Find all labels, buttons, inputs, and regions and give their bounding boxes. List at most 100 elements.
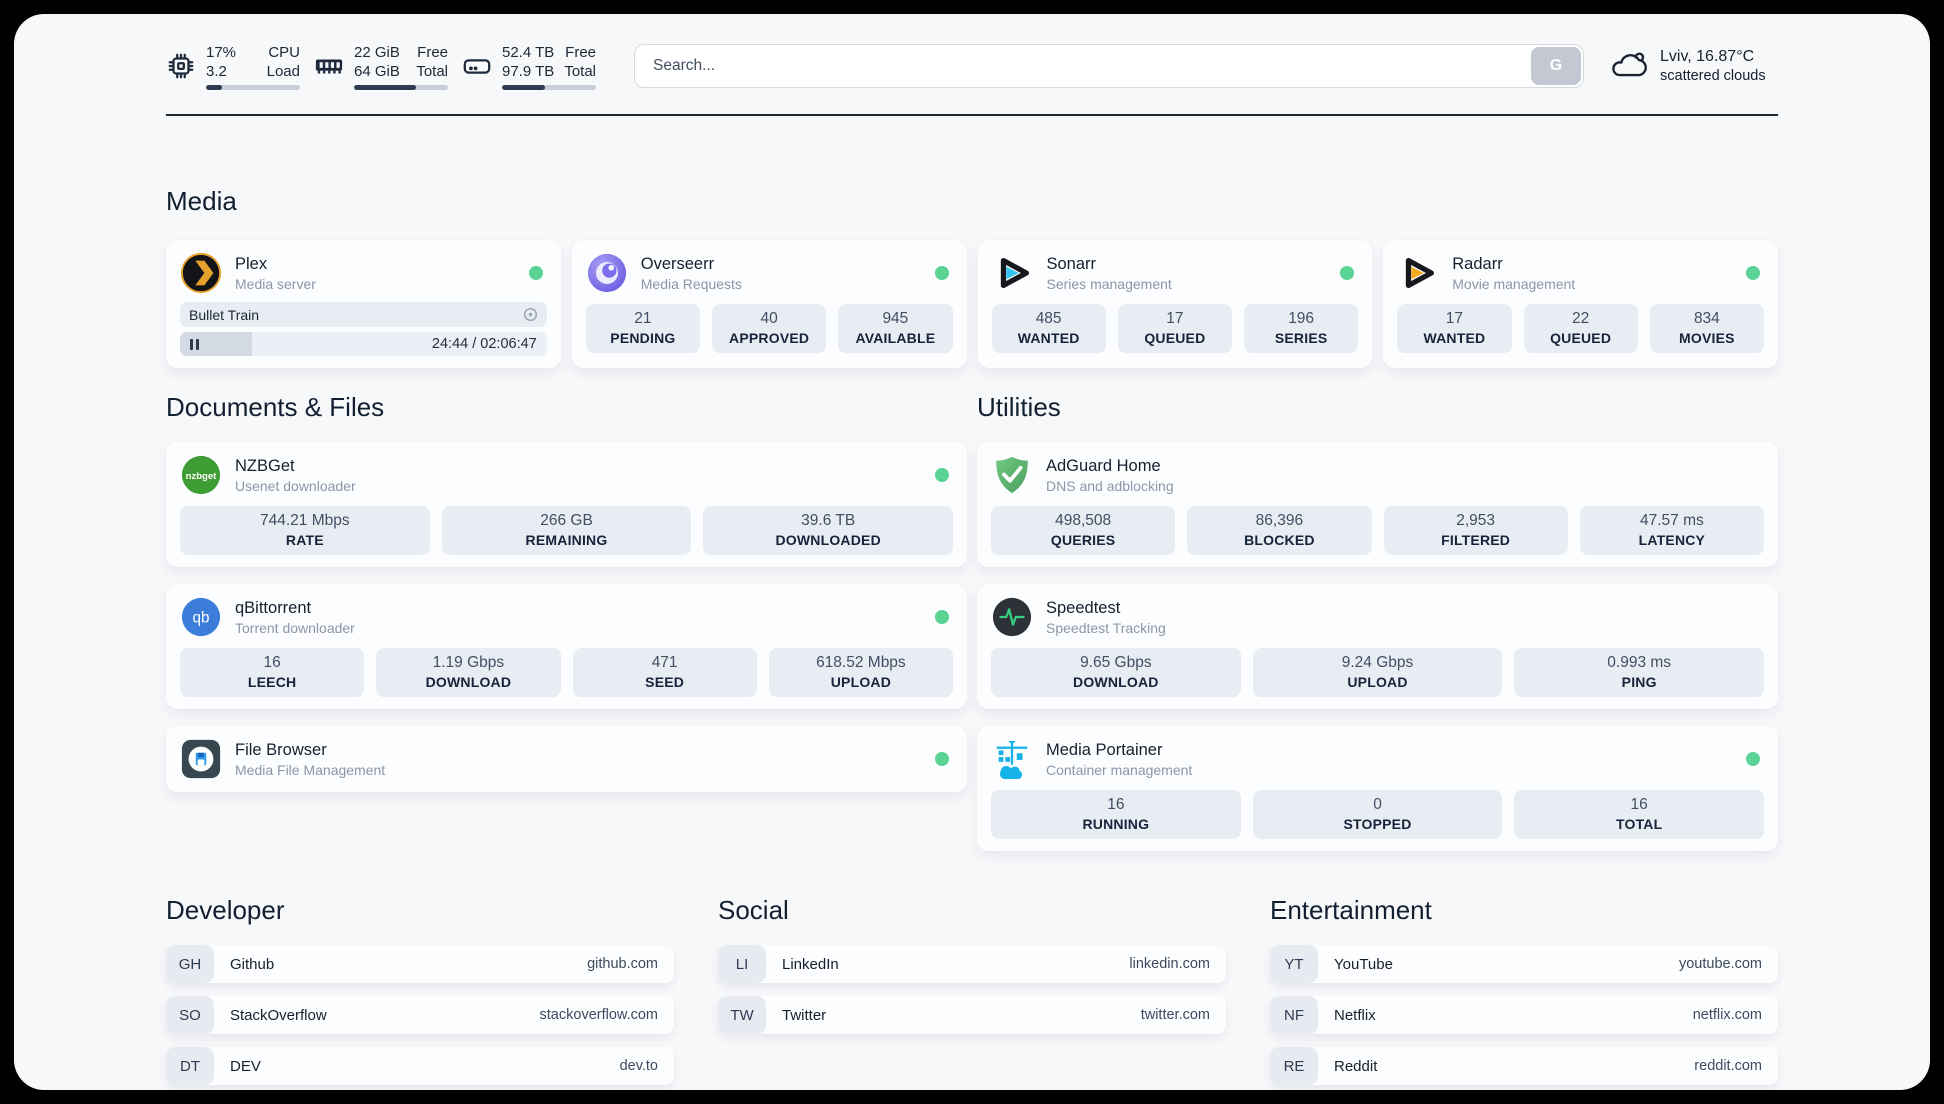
app-desc: Torrent downloader: [235, 619, 355, 636]
social-column: Social LI LinkedIn linkedin.com TW Twitt…: [718, 895, 1226, 1090]
ram-progress-track: [354, 84, 448, 90]
disk-icon: [463, 59, 491, 74]
disk-progress-track: [502, 84, 596, 90]
stat-queries: 498,508 QUERIES: [991, 506, 1176, 555]
weather-condition: scattered clouds: [1660, 68, 1766, 84]
svg-text:qb: qb: [193, 610, 210, 627]
app-title: Radarr: [1452, 254, 1503, 273]
app-title: Speedtest: [1046, 598, 1121, 617]
playback-progress-bar[interactable]: 24:44 / 02:06:47: [180, 332, 547, 356]
app-title: Plex: [235, 254, 268, 273]
stat-latency: 47.57 ms LATENCY: [1579, 506, 1764, 555]
cpu-label-2: Load: [266, 62, 300, 80]
app-title: Overseerr: [640, 254, 715, 273]
stat-wanted: 17 WANTED: [1397, 304, 1512, 353]
link-badge: LI: [718, 945, 766, 983]
ram-icon: [315, 59, 343, 74]
app-desc: Media Requests: [640, 275, 742, 292]
status-dot: [1340, 266, 1355, 280]
stat-available: 945 AVAILABLE: [838, 304, 953, 353]
app-card-sonarr[interactable]: Sonarr Series management 485 WANTED 17 QUE…: [977, 240, 1373, 368]
app-desc: Media server: [235, 275, 316, 292]
section-title-entertainment: Entertainment: [1270, 895, 1432, 925]
search-input[interactable]: [634, 44, 1584, 88]
link-stackoverflow[interactable]: SO StackOverflow stackoverflow.com: [166, 996, 674, 1034]
ram-label-1: Free: [417, 43, 448, 61]
link-name: YouTube: [1334, 955, 1393, 973]
media-grid: Plex Media server Bullet Train 24:44 / 0…: [166, 240, 1778, 368]
stat-filtered: 2,953 FILTERED: [1383, 506, 1568, 555]
app-title: Sonarr: [1046, 254, 1097, 273]
search-engine-button[interactable]: G: [1531, 47, 1581, 85]
ram-progress-fill: [354, 84, 417, 90]
app-card-overseerr[interactable]: Overseerr Media Requests 21 PENDING 40 APP…: [571, 240, 967, 368]
link-domain: netflix.com: [1692, 1007, 1762, 1023]
section-title-documents: Documents & Files: [166, 392, 385, 422]
ram-label-2: Total: [416, 62, 448, 80]
weather-widget: Lviv, 16.87°C scattered clouds: [1608, 46, 1778, 86]
app-title: File Browser: [235, 740, 327, 759]
disk-total-value: 97.9 TB: [502, 62, 555, 80]
cpu-monitor: 17% CPU 3.2 Load: [166, 43, 300, 90]
pause-button[interactable]: [190, 338, 201, 350]
link-dev[interactable]: DT DEV dev.to: [166, 1047, 674, 1085]
section-title-media: Media: [166, 186, 237, 216]
app-card-radarr[interactable]: Radarr Movie management 17 WANTED 22 QUEUE…: [1383, 240, 1778, 368]
link-domain: dev.to: [619, 1058, 658, 1074]
stat-total: 16 TOTAL: [1514, 790, 1765, 839]
app-card-nzbget[interactable]: nzbget NZBGet Usenet downloader 744.21 M…: [166, 442, 967, 567]
link-domain: twitter.com: [1140, 1007, 1210, 1023]
now-playing-title: Bullet Train: [180, 302, 547, 327]
entertainment-column: Entertainment YT YouTube youtube.com NF …: [1270, 895, 1778, 1090]
stat-rate: 744.21 Mbps RATE: [180, 506, 430, 555]
app-desc: Movie management: [1452, 275, 1576, 292]
link-domain: youtube.com: [1678, 956, 1762, 972]
top-bar: 17% CPU 3.2 Load 22 GiB Free 64 GiB Total: [166, 40, 1778, 92]
link-name: Reddit: [1334, 1057, 1378, 1075]
app-card-qbittorrent[interactable]: qb qBittorrent Torrent downloader 16 LEEC…: [166, 584, 967, 709]
ram-total-value: 64 GiB: [354, 62, 400, 80]
link-netflix[interactable]: NF Netflix netflix.com: [1270, 996, 1778, 1034]
app-desc: Speedtest Tracking: [1046, 619, 1166, 636]
stat-blocked: 86,396 BLOCKED: [1187, 506, 1372, 555]
app-desc: DNS and adblocking: [1046, 477, 1174, 494]
link-name: Netflix: [1334, 1006, 1376, 1024]
app-card-filebrowser[interactable]: File Browser Media File Management: [166, 726, 967, 792]
section-title-utilities: Utilities: [977, 392, 1061, 422]
app-desc: Container management: [1046, 761, 1193, 778]
disk-label-1: Free: [565, 43, 596, 61]
cpu-load-value: 3.2: [206, 62, 227, 80]
link-domain: reddit.com: [1694, 1058, 1762, 1074]
link-badge: DT: [166, 1047, 214, 1085]
stat-download: 9.65 Gbps DOWNLOAD: [991, 648, 1241, 697]
link-reddit[interactable]: RE Reddit reddit.com: [1270, 1047, 1778, 1085]
stat-upload: 618.52 Mbps UPLOAD: [768, 648, 953, 697]
status-dot: [934, 266, 949, 280]
link-name: StackOverflow: [230, 1006, 327, 1024]
link-youtube[interactable]: YT YouTube youtube.com: [1270, 945, 1778, 983]
link-name: Twitter: [782, 1006, 827, 1024]
cpu-progress-track: [206, 84, 300, 90]
app-card-portainer[interactable]: Media Portainer Container management 16 R…: [977, 726, 1778, 851]
link-badge: YT: [1270, 945, 1318, 983]
cpu-progress-fill: [206, 84, 222, 90]
link-github[interactable]: GH Github github.com: [166, 945, 674, 983]
app-card-speedtest[interactable]: Speedtest Speedtest Tracking 9.65 Gbps DO…: [977, 584, 1778, 709]
utilities-column: Utilities AdGuard Home DNS and adblockin…: [977, 392, 1778, 851]
app-card-plex[interactable]: Plex Media server Bullet Train 24:44 / 0…: [166, 240, 561, 368]
portainer-icon: [996, 740, 1028, 780]
disk-free-value: 52.4 TB: [502, 43, 555, 61]
status-dot: [935, 752, 949, 766]
radarr-icon: [1406, 257, 1435, 289]
link-name: Github: [230, 955, 275, 973]
section-title-social: Social: [718, 895, 789, 925]
link-name: DEV: [230, 1057, 261, 1075]
app-card-adguard[interactable]: AdGuard Home DNS and adblocking 498,508 Q…: [977, 442, 1778, 567]
ram-monitor: 22 GiB Free 64 GiB Total: [314, 43, 448, 90]
status-dot: [528, 266, 543, 280]
documents-column: Documents & Files nzbget NZBGet Usenet d…: [166, 392, 967, 851]
stat-approved: 40 APPROVED: [712, 304, 827, 353]
stat-series: 196 SERIES: [1244, 304, 1359, 353]
link-linkedin[interactable]: LI LinkedIn linkedin.com: [718, 945, 1226, 983]
link-twitter[interactable]: TW Twitter twitter.com: [718, 996, 1226, 1034]
